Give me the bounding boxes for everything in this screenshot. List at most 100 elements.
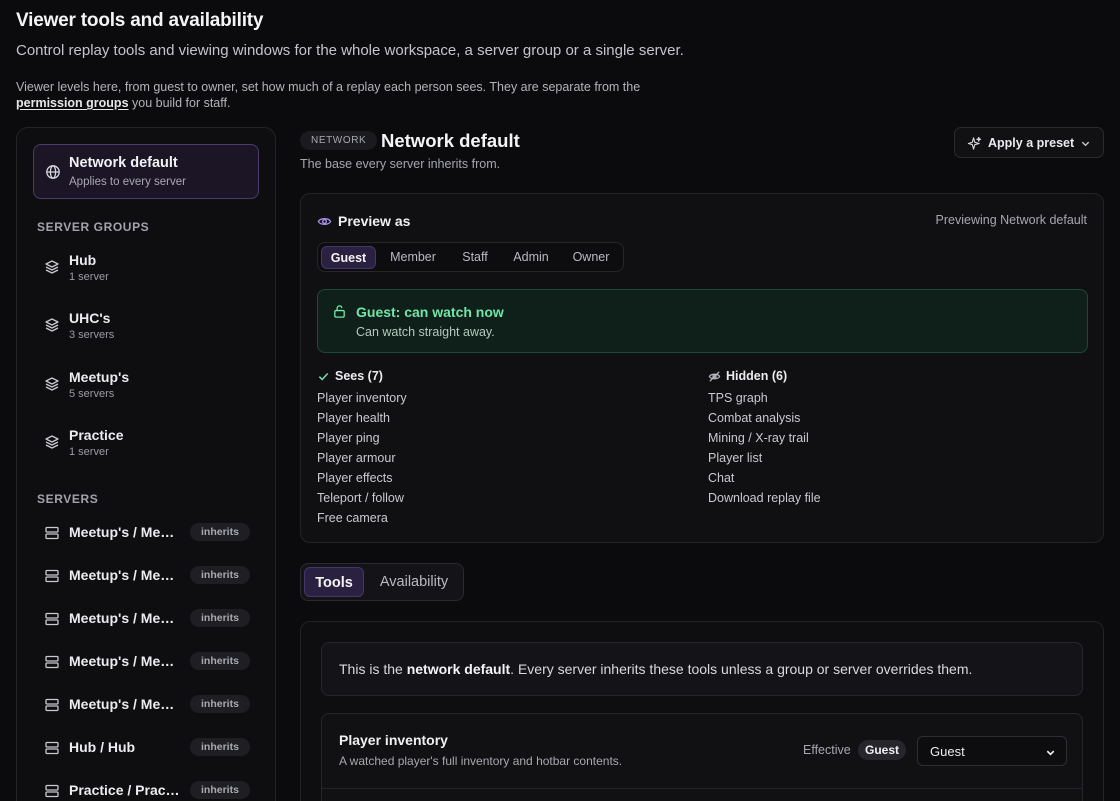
note-text: Viewer levels here, from guest to owner,… bbox=[16, 80, 641, 94]
group-count: 3 servers bbox=[69, 329, 115, 341]
inherits-badge: inherits bbox=[190, 695, 250, 713]
role-tab-owner[interactable]: Owner bbox=[562, 246, 620, 269]
sparkles-icon bbox=[967, 136, 982, 150]
group-name: Hub bbox=[69, 252, 97, 268]
scope-subtitle: The base every server inherits from. bbox=[300, 157, 501, 171]
sidebar-item-subtitle: Applies to every server bbox=[69, 176, 186, 188]
sees-item: Player health bbox=[317, 411, 390, 425]
globe-icon bbox=[46, 165, 60, 179]
permission-groups-link[interactable]: permission groups bbox=[16, 96, 129, 110]
sidebar-item-title: Network default bbox=[69, 155, 178, 171]
tools-panel: This is the network default. Every serve… bbox=[300, 621, 1104, 801]
role-tab-staff[interactable]: Staff bbox=[450, 246, 500, 269]
group-count: 1 server bbox=[69, 271, 109, 283]
hidden-item: Mining / X-ray trail bbox=[708, 431, 809, 445]
sidebar-server-item[interactable]: Practice / Practice inherits bbox=[37, 779, 261, 801]
tab-availability[interactable]: Availability bbox=[367, 567, 461, 597]
sidebar-server-item[interactable]: Meetup's / Meetup-1 inherits bbox=[37, 521, 261, 545]
group-count: 5 servers bbox=[69, 388, 115, 400]
server-name: Meetup's / Meetup-4 bbox=[69, 653, 181, 669]
server-name: Hub / Hub bbox=[69, 739, 136, 755]
effective-label: Effective bbox=[803, 743, 851, 757]
apply-preset-button[interactable]: Apply a preset bbox=[954, 127, 1104, 158]
inherits-badge: inherits bbox=[190, 652, 250, 670]
sidebar-server-item[interactable]: Meetup's / Meetup-5 inherits bbox=[37, 693, 261, 717]
tool-level-value: Guest bbox=[930, 744, 965, 759]
preview-status: Previewing Network default bbox=[935, 213, 1087, 227]
server-icon bbox=[45, 698, 59, 712]
server-icon bbox=[45, 569, 59, 583]
eye-icon bbox=[317, 218, 332, 225]
notice-title: Guest: can watch now bbox=[356, 304, 504, 320]
role-tab-admin[interactable]: Admin bbox=[504, 246, 558, 269]
server-icon bbox=[45, 784, 59, 798]
sidebar-group-practice[interactable]: Practice 1 server bbox=[37, 427, 261, 467]
page-note: Viewer levels here, from guest to owner,… bbox=[16, 79, 696, 111]
sidebar-server-item[interactable]: Hub / Hub inherits bbox=[37, 736, 261, 760]
sidebar-group-hub[interactable]: Hub 1 server bbox=[37, 252, 261, 292]
group-name: UHC's bbox=[69, 310, 111, 326]
server-icon bbox=[45, 526, 59, 540]
hidden-item: Combat analysis bbox=[708, 411, 801, 425]
layers-icon bbox=[45, 435, 59, 449]
inherits-badge: inherits bbox=[190, 609, 250, 627]
server-name: Meetup's / Meetup-3 bbox=[69, 610, 181, 626]
page-subtitle: Control replay tools and viewing windows… bbox=[16, 42, 684, 59]
sidebar-server-item[interactable]: Meetup's / Meetup-4 inherits bbox=[37, 650, 261, 674]
row-divider bbox=[322, 788, 1082, 789]
sees-item: Player armour bbox=[317, 451, 396, 465]
sees-heading: Sees (7) bbox=[335, 369, 383, 383]
note-text-after: you build for staff. bbox=[128, 96, 231, 110]
preview-title: Preview as bbox=[338, 213, 411, 229]
preview-card: Preview as Previewing Network default Gu… bbox=[300, 193, 1104, 543]
access-notice: Guest: can watch now Can watch straight … bbox=[317, 289, 1088, 353]
role-tab-member[interactable]: Member bbox=[380, 246, 446, 269]
tool-level-select[interactable]: Guest bbox=[917, 736, 1067, 766]
unlock-icon bbox=[334, 305, 345, 318]
layers-icon bbox=[45, 318, 59, 332]
group-count: 1 server bbox=[69, 446, 109, 458]
hidden-item: TPS graph bbox=[708, 391, 768, 405]
check-icon bbox=[318, 373, 329, 381]
role-tab-guest[interactable]: Guest bbox=[321, 246, 376, 269]
server-name: Meetup's / Meetup-5 bbox=[69, 696, 181, 712]
server-name: Meetup's / Meetup-2 bbox=[69, 567, 181, 583]
sees-item: Player effects bbox=[317, 471, 393, 485]
layers-icon bbox=[45, 377, 59, 391]
sidebar-server-item[interactable]: Meetup's / Meetup-2 inherits bbox=[37, 564, 261, 588]
effective-badge: Guest bbox=[858, 740, 907, 760]
page-title: Viewer tools and availability bbox=[16, 10, 264, 31]
inherits-badge: inherits bbox=[190, 738, 250, 756]
tab-tools[interactable]: Tools bbox=[304, 567, 364, 597]
inheritance-info-text: This is the network default. Every serve… bbox=[339, 661, 973, 677]
hidden-heading: Hidden (6) bbox=[726, 369, 788, 383]
chevron-down-icon bbox=[1081, 141, 1090, 147]
sidebar-group-uhcs[interactable]: UHC's 3 servers bbox=[37, 310, 261, 350]
sidebar-item-network-default[interactable]: Network default Applies to every server bbox=[33, 144, 259, 199]
sees-item: Teleport / follow bbox=[317, 491, 404, 505]
inherits-badge: inherits bbox=[190, 566, 250, 584]
server-name: Practice / Practice bbox=[69, 782, 181, 798]
role-selector: Guest Member Staff Admin Owner bbox=[317, 242, 624, 272]
hidden-item: Chat bbox=[708, 471, 735, 485]
scope-title: Network default bbox=[381, 130, 520, 151]
scope-badge: NETWORK bbox=[300, 131, 378, 150]
scope-sidebar: Network default Applies to every server … bbox=[16, 127, 276, 801]
server-groups-heading: SERVER GROUPS bbox=[37, 220, 150, 234]
layers-icon bbox=[45, 260, 59, 274]
group-name: Meetup's bbox=[69, 369, 130, 385]
sidebar-server-item[interactable]: Meetup's / Meetup-3 inherits bbox=[37, 607, 261, 631]
server-icon bbox=[45, 655, 59, 669]
server-icon bbox=[45, 612, 59, 626]
servers-heading: SERVERS bbox=[37, 492, 99, 506]
hidden-item: Download replay file bbox=[708, 491, 821, 505]
sees-item: Player ping bbox=[317, 431, 380, 445]
hidden-item: Player list bbox=[708, 451, 763, 465]
apply-preset-label: Apply a preset bbox=[988, 136, 1075, 150]
sidebar-group-meetups[interactable]: Meetup's 5 servers bbox=[37, 369, 261, 409]
tool-description: A watched player's full inventory and ho… bbox=[339, 754, 623, 768]
sees-item: Player inventory bbox=[317, 391, 407, 405]
tool-name: Player inventory bbox=[339, 732, 448, 748]
server-icon bbox=[45, 741, 59, 755]
server-name: Meetup's / Meetup-1 bbox=[69, 524, 181, 540]
